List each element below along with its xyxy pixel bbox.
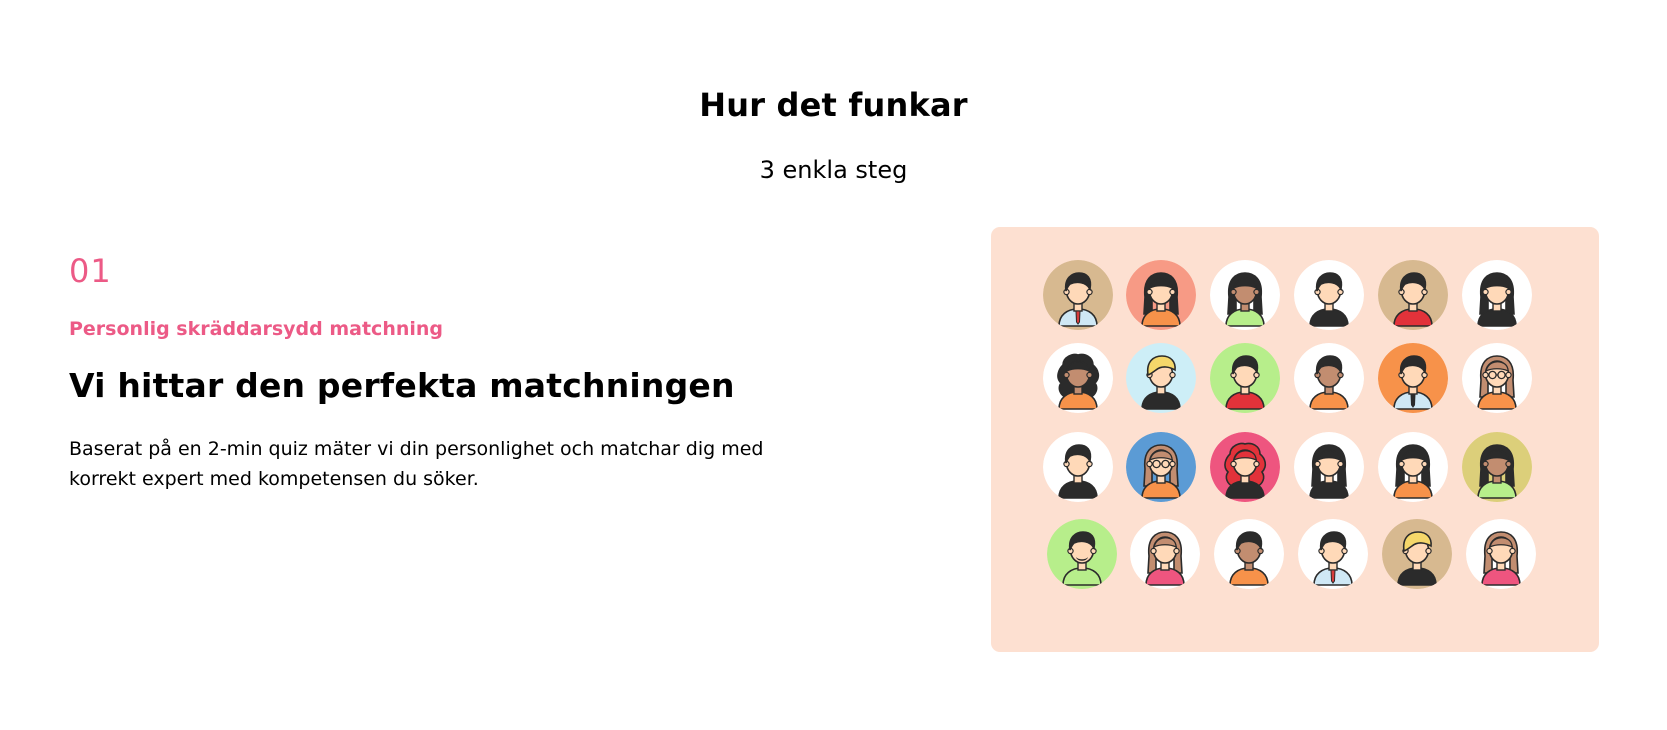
step-heading: Vi hittar den perfekta matchningen [69, 366, 735, 405]
avatar-icon [1210, 260, 1280, 330]
avatar-icon [1043, 343, 1113, 413]
avatar-icon [1126, 260, 1196, 330]
avatar-icon [1298, 519, 1368, 589]
avatar-icon [1462, 260, 1532, 330]
avatar-icon [1466, 519, 1536, 589]
avatar-icon [1378, 343, 1448, 413]
avatar-icon [1126, 343, 1196, 413]
avatar-icon [1378, 432, 1448, 502]
avatar-icon [1130, 519, 1200, 589]
avatar-icon [1126, 432, 1196, 502]
section-title: Hur det funkar [699, 86, 968, 124]
avatar-icon [1043, 260, 1113, 330]
avatar-icon [1294, 432, 1364, 502]
avatar-icon [1043, 432, 1113, 502]
step-kicker: Personlig skräddarsydd matchning [69, 318, 444, 340]
avatar-icon [1462, 343, 1532, 413]
avatar-icon [1294, 260, 1364, 330]
avatar-icon [1294, 343, 1364, 413]
step-number: 01 [69, 252, 112, 290]
avatar-icon [1047, 519, 1117, 589]
avatar-panel [991, 227, 1599, 652]
step-description: Baserat på en 2-min quiz mäter vi din pe… [69, 438, 764, 490]
section-subtitle: 3 enkla steg [759, 156, 908, 184]
avatar-icon [1462, 432, 1532, 502]
avatar-icon [1210, 432, 1280, 502]
avatar-icon [1378, 260, 1448, 330]
avatar-icon [1214, 519, 1284, 589]
avatar-icon [1382, 519, 1452, 589]
avatar-icon [1210, 343, 1280, 413]
